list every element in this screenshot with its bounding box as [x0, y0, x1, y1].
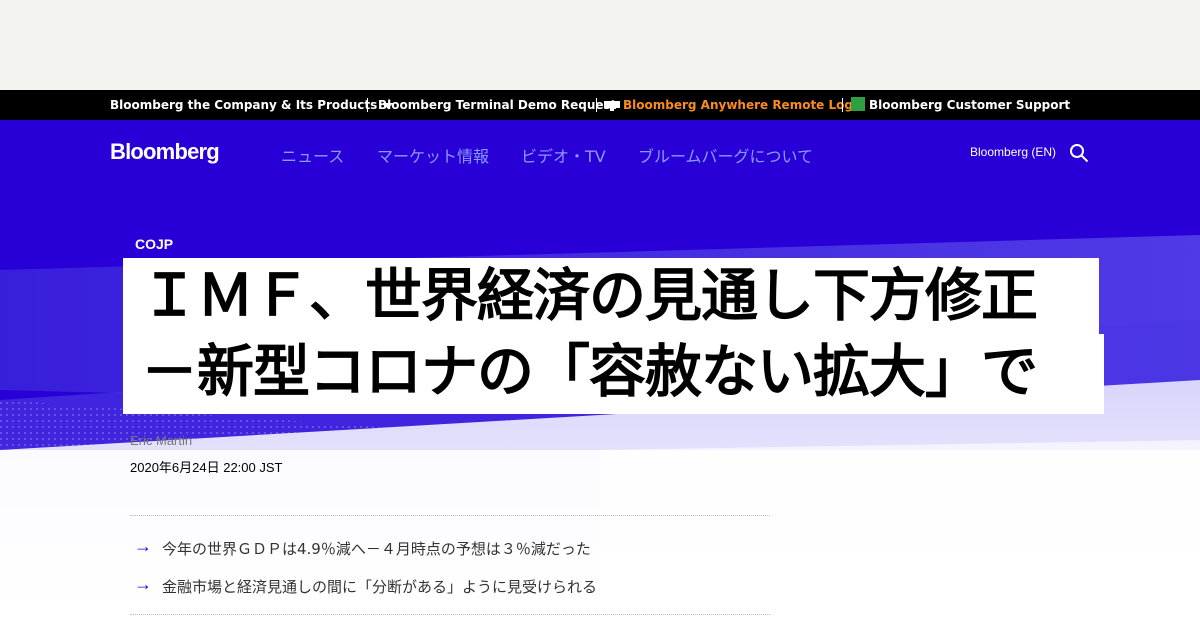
arrow-right-icon: → [134, 536, 152, 556]
nav-item-about[interactable]: ブルームバーグについて [638, 143, 813, 167]
author-name[interactable]: Eric Martin [130, 433, 192, 448]
edition-link[interactable]: Bloomberg (EN) [970, 145, 1056, 159]
anywhere-login-link[interactable]: Bloomberg Anywhere Remote Login [604, 90, 866, 120]
ad-slot [0, 0, 1200, 90]
divider [596, 98, 597, 112]
nav-item-markets[interactable]: マーケット情報 [377, 143, 489, 167]
company-products-menu[interactable]: Bloomberg the Company & Its Products [110, 90, 394, 120]
company-products-label: Bloomberg the Company & Its Products [110, 98, 378, 112]
publish-date: 2020年6月24日 22:00 JST [130, 460, 283, 475]
nav-item-video-tv[interactable]: ビデオ・TV [521, 143, 606, 167]
headline-line-1: ＩＭＦ、世界経済の見通し下方修正 [123, 258, 1099, 334]
bloomberg-logo[interactable]: Bloomberg [110, 139, 220, 165]
help-icon [851, 96, 865, 111]
monitor-icon [604, 100, 620, 111]
article-kicker[interactable]: COJP [123, 226, 185, 258]
summary-text: 金融市場と経済見通しの間に「分断がある」ように見受けられる [162, 578, 598, 596]
divider [367, 98, 368, 112]
divider [130, 515, 770, 516]
terminal-demo-link[interactable]: Bloomberg Terminal Demo Request [378, 90, 616, 120]
anywhere-login-label: Bloomberg Anywhere Remote Login [623, 98, 866, 112]
summary-text: 今年の世界ＧＤＰは4.9％減へ－４月時点の予想は３％減だった [162, 540, 591, 558]
divider [130, 614, 770, 615]
customer-support-label: Bloomberg Customer Support [869, 98, 1071, 112]
corporate-bar: Bloomberg the Company & Its Products Blo… [0, 90, 1200, 120]
search-icon[interactable] [1069, 143, 1089, 163]
customer-support-link[interactable]: Bloomberg Customer Support [851, 90, 1070, 120]
arrow-right-icon: → [134, 574, 152, 594]
nav-item-news[interactable]: ニュース [281, 143, 344, 167]
headline-line-2: －新型コロナの「容赦ない拡大」で [123, 334, 1104, 414]
divider [842, 98, 843, 112]
